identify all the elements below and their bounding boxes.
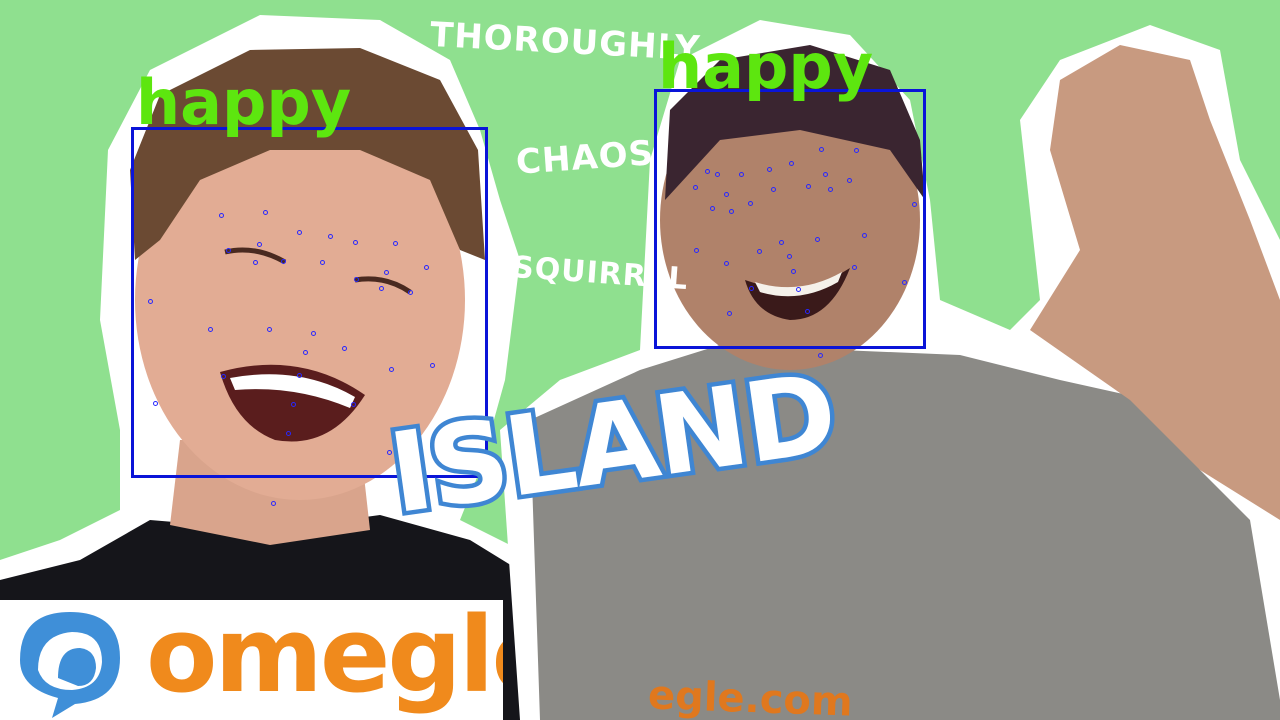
landmark-point [291, 402, 296, 407]
landmark-point [819, 147, 824, 152]
landmark-point [353, 240, 358, 245]
landmark-point [727, 311, 732, 316]
landmark-point [791, 269, 796, 274]
landmark-point [748, 201, 753, 206]
landmark-point [281, 259, 286, 264]
landmark-point [221, 374, 226, 379]
landmark-point [806, 184, 811, 189]
landmark-point [354, 277, 359, 282]
landmark-point [789, 161, 794, 166]
landmark-point [342, 346, 347, 351]
landmark-point [771, 187, 776, 192]
landmark-point [253, 260, 258, 265]
thumbnail-scene: THOROUGHLY CHAOS SQUIRREL happy happy IS… [0, 0, 1280, 720]
landmark-point [767, 167, 772, 172]
landmark-point [715, 172, 720, 177]
landmark-point [384, 270, 389, 275]
landmark-point [912, 202, 917, 207]
landmark-point [430, 363, 435, 368]
landmark-point [693, 185, 698, 190]
landmark-point [219, 213, 224, 218]
landmark-point [257, 242, 262, 247]
landmark-point [796, 287, 801, 292]
landmark-point [286, 431, 291, 436]
landmark-point [297, 230, 302, 235]
landmark-point [902, 280, 907, 285]
landmark-point [320, 260, 325, 265]
landmark-point [724, 192, 729, 197]
landmark-point [424, 265, 429, 270]
landmark-point [303, 350, 308, 355]
landmark-point [148, 299, 153, 304]
omegle-wordmark: omegle [146, 600, 503, 716]
shirt-print: egle.com [647, 672, 854, 720]
landmark-point [311, 331, 316, 336]
landmark-point [805, 309, 810, 314]
landmark-point [749, 286, 754, 291]
landmark-point [153, 401, 158, 406]
landmark-point [393, 241, 398, 246]
landmark-point [828, 187, 833, 192]
landmark-point [328, 234, 333, 239]
landmark-point [779, 240, 784, 245]
landmark-point [757, 249, 762, 254]
landmark-point [408, 290, 413, 295]
landmark-point [705, 169, 710, 174]
landmark-point [710, 206, 715, 211]
emotion-label-right: happy [658, 30, 874, 103]
landmark-point [226, 248, 231, 253]
landmark-point [862, 233, 867, 238]
landmark-point [724, 261, 729, 266]
landmark-point [271, 501, 276, 506]
emotion-label-left: happy [136, 66, 352, 139]
landmark-point [729, 209, 734, 214]
landmark-point [787, 254, 792, 259]
omegle-bubble-icon [20, 612, 120, 718]
landmark-point [379, 286, 384, 291]
omegle-logo: omegle [0, 600, 503, 720]
landmark-point [297, 373, 302, 378]
landmark-point [389, 367, 394, 372]
landmark-point [823, 172, 828, 177]
landmark-point [694, 248, 699, 253]
landmark-point [739, 172, 744, 177]
landmark-point [263, 210, 268, 215]
landmark-point [208, 327, 213, 332]
landmark-point [847, 178, 852, 183]
landmark-point [852, 265, 857, 270]
landmark-point [854, 148, 859, 153]
landmark-point [351, 402, 356, 407]
landmark-point [815, 237, 820, 242]
landmark-point [267, 327, 272, 332]
